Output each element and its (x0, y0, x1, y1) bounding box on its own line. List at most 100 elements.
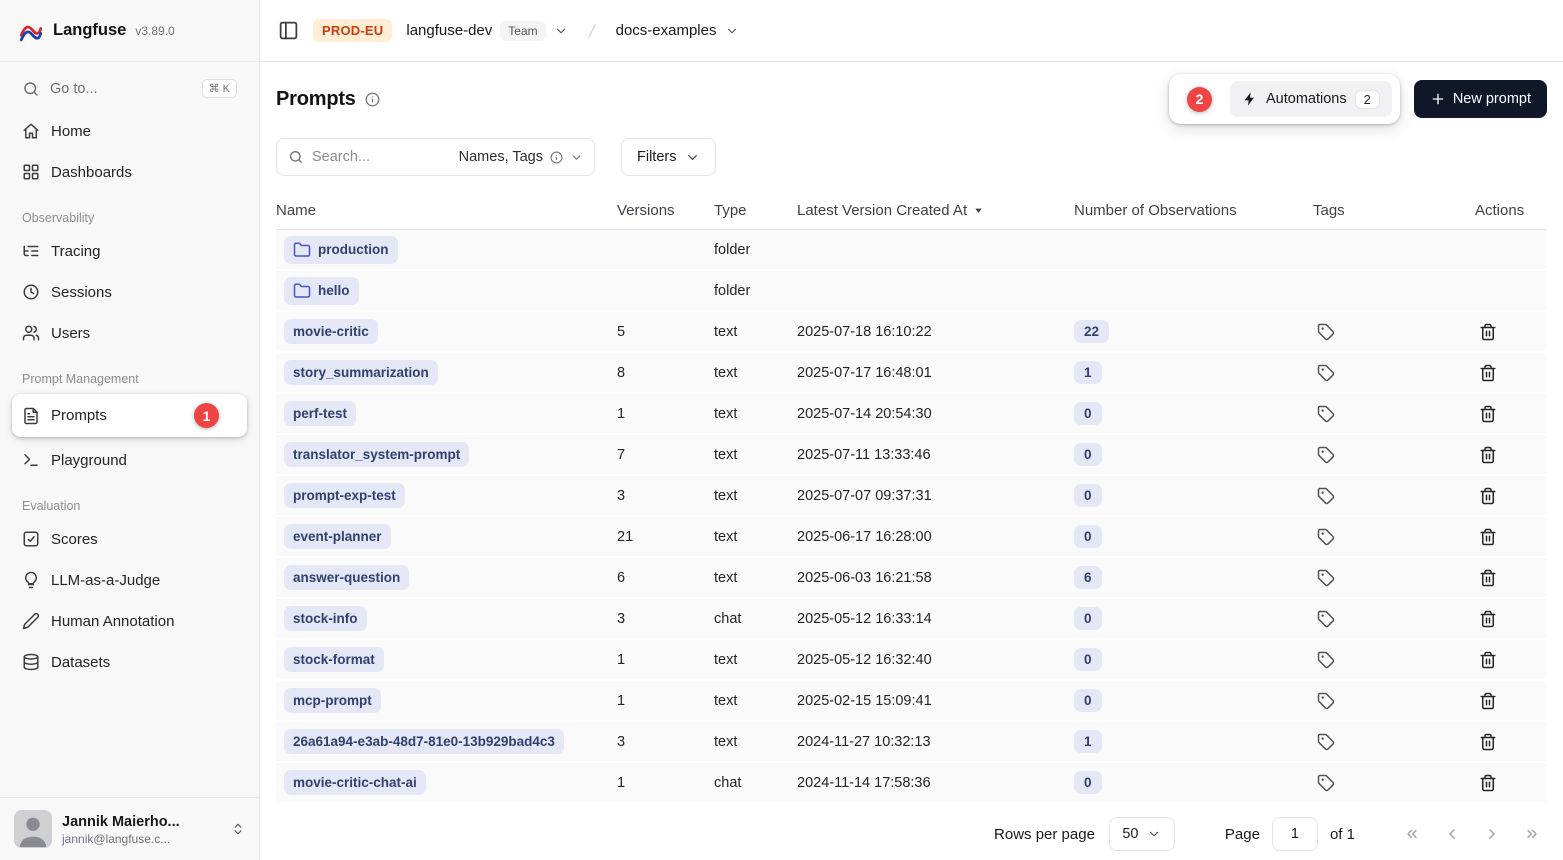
environment-badge: PROD-EU (313, 19, 392, 42)
column-header-versions[interactable]: Versions (617, 202, 714, 219)
column-header-actions: Actions (1475, 202, 1547, 219)
tag-icon (1317, 569, 1335, 587)
delete-button[interactable] (1475, 319, 1501, 345)
avatar (14, 810, 52, 848)
sidebar-item-dashboards[interactable]: Dashboards (12, 154, 247, 190)
prompt-name-badge[interactable]: answer-question (284, 565, 409, 590)
cell-type: folder (714, 283, 797, 299)
cell-versions: 7 (617, 447, 714, 463)
delete-button[interactable] (1475, 401, 1501, 427)
tags-button[interactable] (1313, 319, 1339, 345)
tags-button[interactable] (1313, 770, 1339, 796)
prompt-name-badge[interactable]: stock-format (284, 647, 384, 672)
prompt-name-badge[interactable]: stock-info (284, 606, 367, 631)
sidebar-item-home[interactable]: Home (12, 113, 247, 149)
next-page-button[interactable] (1477, 819, 1507, 849)
delete-button[interactable] (1475, 770, 1501, 796)
delete-button[interactable] (1475, 483, 1501, 509)
delete-button[interactable] (1475, 360, 1501, 386)
new-prompt-button[interactable]: New prompt (1414, 80, 1547, 118)
rows-per-page-select[interactable]: 50 (1109, 817, 1175, 851)
column-header-created-at[interactable]: Latest Version Created At (797, 202, 1074, 219)
prompt-name-badge[interactable]: mcp-prompt (284, 688, 381, 713)
table-row[interactable]: perf-test 1 text 2025-07-14 20:54:30 0 (276, 394, 1547, 435)
prompt-name-badge[interactable]: translator_system-prompt (284, 442, 469, 467)
table-row[interactable]: stock-format 1 text 2025-05-12 16:32:40 … (276, 640, 1547, 681)
prompt-name-badge[interactable]: movie-critic-chat-ai (284, 770, 426, 795)
prompt-name-label: event-planner (293, 529, 382, 544)
column-header-observations[interactable]: Number of Observations (1074, 202, 1313, 219)
tags-button[interactable] (1313, 688, 1339, 714)
prompt-name-badge[interactable]: prompt-exp-test (284, 483, 405, 508)
prompt-name-label: 26a61a94-e3ab-48d7-81e0-13b929bad4c3 (293, 734, 555, 749)
prompt-name-badge[interactable]: event-planner (284, 524, 391, 549)
project-breadcrumb[interactable]: docs-examples (616, 22, 739, 39)
delete-button[interactable] (1475, 729, 1501, 755)
cell-type: chat (714, 775, 797, 791)
table-row[interactable]: translator_system-prompt 7 text 2025-07-… (276, 435, 1547, 476)
table-row[interactable]: movie-critic 5 text 2025-07-18 16:10:22 … (276, 312, 1547, 353)
delete-button[interactable] (1475, 647, 1501, 673)
page-number-input[interactable] (1272, 817, 1318, 851)
search-input[interactable] (312, 149, 451, 165)
sidebar-item-datasets[interactable]: Datasets (12, 644, 247, 680)
goto-search-button[interactable]: Go to... ⌘ K (12, 70, 247, 107)
tags-button[interactable] (1313, 401, 1339, 427)
prompt-name-badge[interactable]: hello (284, 277, 359, 305)
table-row[interactable]: story_summarization 8 text 2025-07-17 16… (276, 353, 1547, 394)
user-menu[interactable]: Jannik Maierho... jannik@langfuse.c... (0, 797, 259, 860)
table-row[interactable]: hello folder (276, 271, 1547, 312)
sidebar-item-users[interactable]: Users (12, 315, 247, 351)
first-page-button[interactable] (1397, 819, 1427, 849)
org-breadcrumb[interactable]: langfuse-dev Team (406, 21, 567, 41)
sidebar-item-human-annotation[interactable]: Human Annotation (12, 603, 247, 639)
sidebar-item-tracing[interactable]: Tracing (12, 233, 247, 269)
table-row[interactable]: movie-critic-chat-ai 1 chat 2024-11-14 1… (276, 763, 1547, 804)
prompt-name-badge[interactable]: perf-test (284, 401, 356, 426)
sidebar-item-sessions[interactable]: Sessions (12, 274, 247, 310)
table-row[interactable]: mcp-prompt 1 text 2025-02-15 15:09:41 0 (276, 681, 1547, 722)
previous-page-button[interactable] (1437, 819, 1467, 849)
prompt-name-badge[interactable]: 26a61a94-e3ab-48d7-81e0-13b929bad4c3 (284, 729, 564, 754)
automations-button[interactable]: Automations 2 (1230, 81, 1392, 117)
info-icon[interactable] (365, 92, 380, 107)
table-row[interactable]: answer-question 6 text 2025-06-03 16:21:… (276, 558, 1547, 599)
delete-button[interactable] (1475, 688, 1501, 714)
info-icon (550, 151, 563, 164)
table-row[interactable]: event-planner 21 text 2025-06-17 16:28:0… (276, 517, 1547, 558)
sidebar-item-playground[interactable]: Playground (12, 442, 247, 478)
search-scope-select[interactable]: Names, Tags (459, 149, 583, 165)
delete-button[interactable] (1475, 442, 1501, 468)
sidebar-item-llm-as-a-judge[interactable]: LLM-as-a-Judge (12, 562, 247, 598)
table-row[interactable]: prompt-exp-test 3 text 2025-07-07 09:37:… (276, 476, 1547, 517)
delete-button[interactable] (1475, 524, 1501, 550)
tags-button[interactable] (1313, 483, 1339, 509)
prompt-name-badge[interactable]: movie-critic (284, 319, 378, 344)
delete-button[interactable] (1475, 606, 1501, 632)
column-header-name[interactable]: Name (276, 202, 617, 219)
table-row[interactable]: production folder (276, 230, 1547, 271)
table-row[interactable]: 26a61a94-e3ab-48d7-81e0-13b929bad4c3 3 t… (276, 722, 1547, 763)
sidebar-item-prompts[interactable]: Prompts 1 (12, 394, 247, 437)
page-label: Page (1225, 826, 1260, 843)
filters-button[interactable]: Filters (621, 138, 716, 176)
delete-button[interactable] (1475, 565, 1501, 591)
prompt-name-badge[interactable]: story_summarization (284, 360, 438, 385)
tags-button[interactable] (1313, 360, 1339, 386)
sidebar-toggle-button[interactable] (278, 20, 299, 41)
sidebar-item-scores[interactable]: Scores (12, 521, 247, 557)
cell-type: text (714, 529, 797, 545)
tags-button[interactable] (1313, 524, 1339, 550)
table-row[interactable]: stock-info 3 chat 2025-05-12 16:33:14 0 (276, 599, 1547, 640)
tags-button[interactable] (1313, 565, 1339, 591)
prompt-name-badge[interactable]: production (284, 236, 398, 264)
tags-button[interactable] (1313, 442, 1339, 468)
prompt-name-label: perf-test (293, 406, 347, 421)
column-header-type[interactable]: Type (714, 202, 797, 219)
tags-button[interactable] (1313, 647, 1339, 673)
chevrons-right-icon (1524, 826, 1540, 842)
tags-button[interactable] (1313, 729, 1339, 755)
tags-button[interactable] (1313, 606, 1339, 632)
last-page-button[interactable] (1517, 819, 1547, 849)
goto-label: Go to... (50, 81, 98, 97)
